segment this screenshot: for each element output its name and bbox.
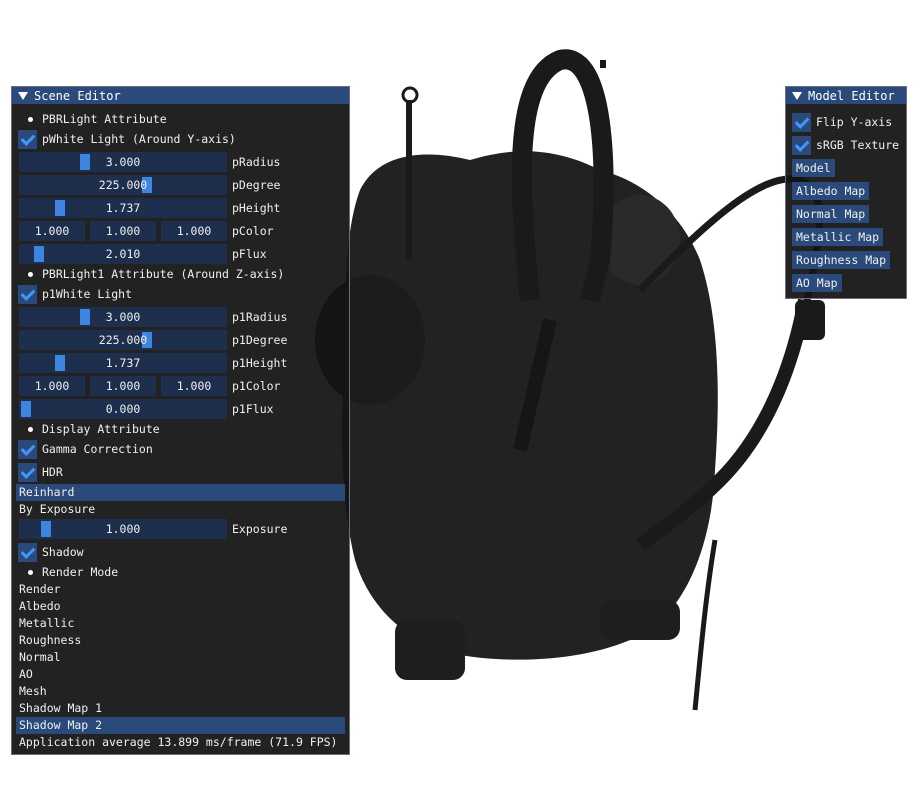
display-attribute-label: Display Attribute bbox=[42, 422, 160, 436]
p-height-slider[interactable]: 1.737 bbox=[19, 198, 227, 218]
model-editor-window: Model Editor Flip Y-axis sRGB Texture Mo… bbox=[785, 86, 907, 299]
normal-map-button[interactable]: Normal Map bbox=[792, 205, 870, 223]
render-mode-ao[interactable]: AO bbox=[19, 666, 33, 683]
srgb-texture-checkbox[interactable] bbox=[792, 135, 811, 155]
model-editor-title-bar[interactable]: Model Editor bbox=[786, 87, 906, 104]
gamma-correction-checkbox[interactable] bbox=[18, 439, 37, 459]
white-light-label: pWhite Light (Around Y-axis) bbox=[42, 132, 236, 146]
pbr-light-header[interactable]: PBRLight Attribute bbox=[12, 109, 349, 129]
p-degree-label: pDegree bbox=[232, 178, 281, 192]
p1-radius-slider[interactable]: 3.000 bbox=[19, 307, 227, 327]
srgb-texture-label: sRGB Texture bbox=[816, 138, 900, 152]
bullet-icon bbox=[28, 271, 33, 277]
metallic-map-button[interactable]: Metallic Map bbox=[792, 228, 884, 246]
scene-editor-title-bar[interactable]: Scene Editor bbox=[12, 87, 349, 104]
p1-height-label: p1Height bbox=[232, 356, 288, 370]
collapse-triangle-icon[interactable] bbox=[18, 91, 28, 100]
p-flux-label: pFlux bbox=[232, 247, 267, 261]
p-color-b-input[interactable]: 1.000 bbox=[161, 221, 227, 241]
display-attribute-header[interactable]: Display Attribute bbox=[12, 419, 349, 439]
scene-editor-window: Scene Editor PBRLight Attribute pWhite L… bbox=[11, 86, 350, 755]
p1-degree-slider[interactable]: 225.000 bbox=[19, 330, 227, 350]
render-mode-mesh[interactable]: Mesh bbox=[19, 683, 47, 700]
bullet-icon bbox=[28, 569, 33, 575]
hdr-checkbox[interactable] bbox=[18, 462, 37, 482]
hdr-label: HDR bbox=[42, 465, 63, 479]
exposure-label: Exposure bbox=[232, 522, 288, 536]
p1-height-slider[interactable]: 1.737 bbox=[19, 353, 227, 373]
flip-y-axis-checkbox[interactable] bbox=[792, 112, 811, 132]
p1-flux-label: p1Flux bbox=[232, 402, 274, 416]
ao-map-button[interactable]: AO Map bbox=[792, 274, 842, 292]
render-mode-shadow-map-1[interactable]: Shadow Map 1 bbox=[19, 700, 102, 717]
scene-editor-title: Scene Editor bbox=[34, 88, 121, 103]
p1-color-b-input[interactable]: 1.000 bbox=[161, 376, 227, 396]
render-mode-shadow-map-2[interactable]: Shadow Map 2 bbox=[16, 717, 345, 734]
gamma-correction-label: Gamma Correction bbox=[42, 442, 153, 456]
pbr-light-header-label: PBRLight Attribute bbox=[42, 112, 167, 126]
p-flux-slider[interactable]: 2.010 bbox=[19, 244, 227, 264]
model-editor-title: Model Editor bbox=[808, 88, 895, 103]
p-height-label: pHeight bbox=[232, 201, 281, 215]
render-mode-metallic[interactable]: Metallic bbox=[19, 615, 74, 632]
albedo-map-button[interactable]: Albedo Map bbox=[792, 182, 870, 200]
p-degree-slider[interactable]: 225.000 bbox=[19, 175, 227, 195]
white-light1-checkbox[interactable] bbox=[18, 284, 37, 304]
tonemap-option-by-exposure[interactable]: By Exposure bbox=[19, 501, 95, 518]
p-radius-slider[interactable]: 3.000 bbox=[19, 152, 227, 172]
p1-color-g-input[interactable]: 1.000 bbox=[90, 376, 156, 396]
model-button[interactable]: Model bbox=[792, 159, 835, 177]
render-mode-header[interactable]: Render Mode bbox=[12, 562, 349, 582]
p-color-label: pColor bbox=[232, 224, 274, 238]
p1-radius-label: p1Radius bbox=[232, 310, 288, 324]
white-light-checkbox[interactable] bbox=[18, 129, 37, 149]
p1-flux-slider[interactable]: 0.000 bbox=[19, 399, 227, 419]
render-mode-label: Render Mode bbox=[42, 565, 119, 579]
flip-y-axis-label: Flip Y-axis bbox=[816, 115, 893, 129]
p1-color-r-input[interactable]: 1.000 bbox=[19, 376, 85, 396]
render-mode-normal[interactable]: Normal bbox=[19, 649, 61, 666]
bullet-icon bbox=[28, 426, 33, 432]
p-radius-label: pRadius bbox=[232, 155, 281, 169]
render-mode-roughness[interactable]: Roughness bbox=[19, 632, 81, 649]
bullet-icon bbox=[28, 116, 33, 122]
render-mode-albedo[interactable]: Albedo bbox=[19, 598, 61, 615]
white-light1-label: p1White Light bbox=[42, 287, 133, 301]
roughness-map-button[interactable]: Roughness Map bbox=[792, 251, 891, 269]
p1-color-label: p1Color bbox=[232, 379, 281, 393]
render-mode-render[interactable]: Render bbox=[19, 581, 61, 598]
pbr-light1-header[interactable]: PBRLight1 Attribute (Around Z-axis) bbox=[12, 264, 349, 284]
p1-degree-label: p1Degree bbox=[232, 333, 288, 347]
shadow-label: Shadow bbox=[42, 545, 84, 559]
p-color-r-input[interactable]: 1.000 bbox=[19, 221, 85, 241]
collapse-triangle-icon[interactable] bbox=[792, 91, 802, 100]
fps-status-text: Application average 13.899 ms/frame (71.… bbox=[19, 735, 338, 749]
p-color-g-input[interactable]: 1.000 bbox=[90, 221, 156, 241]
pbr-light1-header-label: PBRLight1 Attribute (Around Z-axis) bbox=[42, 267, 285, 281]
tonemap-option-reinhard[interactable]: Reinhard bbox=[16, 484, 345, 501]
shadow-checkbox[interactable] bbox=[18, 542, 37, 562]
exposure-slider[interactable]: 1.000 bbox=[19, 519, 227, 539]
